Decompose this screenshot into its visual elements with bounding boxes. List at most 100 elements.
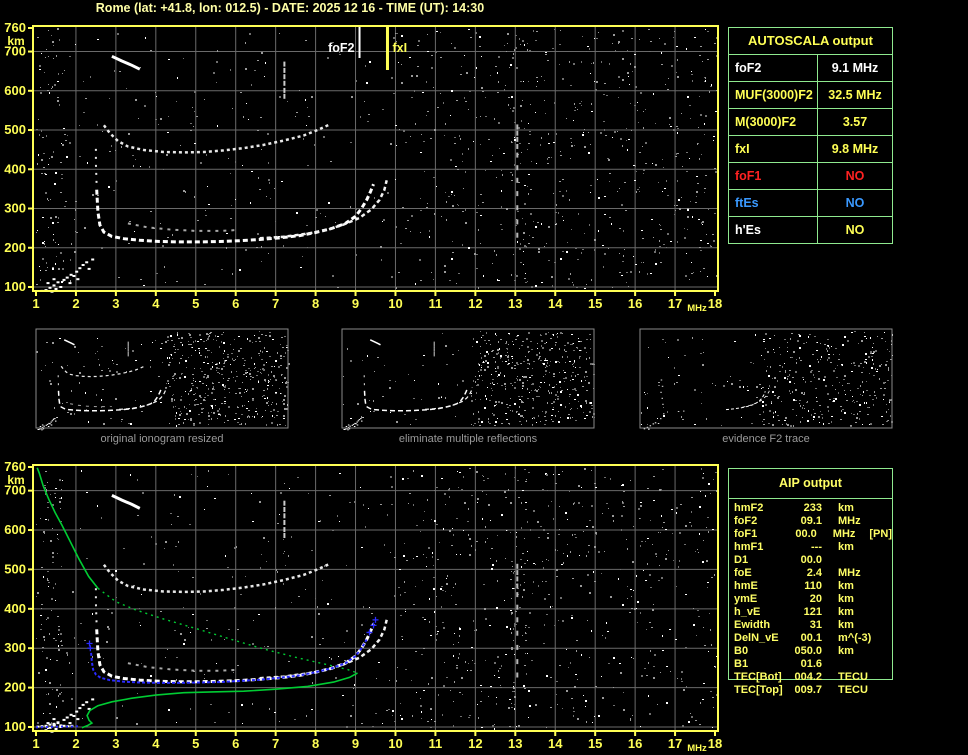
x-tick-label: 18: [708, 736, 722, 751]
y-tick-label: 100: [4, 719, 26, 734]
x-tick-label: 4: [152, 736, 160, 751]
table-row: DelN_vE 00.1 m^(-3): [734, 632, 872, 644]
x-tick-label: 5: [192, 296, 199, 311]
x-tick-label: 3: [112, 296, 119, 311]
parameter-value: 3.57: [842, 115, 868, 129]
x-tick-label: 1: [32, 296, 39, 311]
top-ionogram-plot: 1 2 3 4 5 6 7 8 9 10 11 12 13 14 15 16 17 18MHz7607006005…: [4, 20, 722, 314]
y-tick-label: 400: [4, 601, 26, 616]
parameter-label: h'Es: [729, 217, 818, 243]
x-tick-label: 15: [588, 736, 602, 751]
x-tick-label: 3: [112, 736, 119, 751]
table-row: B0 050.0 km: [734, 645, 854, 657]
parameter-value: 9.1 MHz: [831, 61, 879, 75]
table-row: M(3000)F2 3.57: [729, 109, 892, 136]
x-tick-label: 6: [232, 736, 239, 751]
x-tick-label: 12: [468, 296, 482, 311]
x-tick-label: 11: [429, 296, 443, 311]
table-row: TEC[Bot] 004.2 TECU: [734, 671, 868, 683]
table-row: ftEs NO: [729, 190, 892, 217]
foF2-marker-label: foF2: [328, 41, 354, 55]
x-axis-unit: MHz: [687, 743, 707, 754]
table-row: B1 01.6: [734, 658, 822, 670]
parameter-label: MUF(3000)F2: [729, 82, 818, 108]
parameter-label: foF1: [729, 163, 818, 189]
x-tick-label: 8: [312, 736, 319, 751]
table-row: MUF(3000)F2 32.5 MHz: [729, 82, 892, 109]
y-tick-label: 200: [4, 240, 26, 255]
x-tick-label: 4: [152, 296, 160, 311]
autoscala-screen: Rome (lat: +41.8, lon: 012.5) - DATE: 20…: [0, 0, 968, 755]
x-tick-label: 12: [468, 736, 482, 751]
y-tick-label: 760: [4, 20, 26, 35]
table-row: h_vE 121 km: [734, 606, 854, 618]
y-tick-label: 600: [4, 522, 26, 537]
parameter-label: M(3000)F2: [729, 109, 818, 135]
x-tick-label: 13: [508, 736, 522, 751]
x-tick-label: 1: [32, 736, 39, 751]
parameter-value: NO: [845, 196, 865, 210]
thumbnail-cleaned: [341, 328, 595, 431]
table-row: foE 2.4 MHz: [734, 567, 861, 579]
thumbnail-caption-evidence: evidence F2 trace: [722, 433, 810, 445]
autoscala-table-rows: foF2 9.1 MHz MUF(3000)F2 32.5 MHz M(3000)F2 3…: [729, 55, 892, 243]
thumbnail-evidence: [639, 328, 893, 430]
x-tick-label: 10: [388, 736, 402, 751]
y-tick-label: 500: [4, 561, 26, 576]
x-tick-label: 18: [708, 296, 722, 311]
x-tick-label: 7: [272, 736, 279, 751]
table-row: foF1 NO: [729, 163, 892, 190]
x-tick-label: 2: [72, 736, 79, 751]
y-tick-label: 760: [4, 459, 26, 474]
parameter-label: ftEs: [729, 190, 818, 216]
x-tick-label: 9: [352, 296, 359, 311]
x-tick-label: 16: [628, 296, 642, 311]
y-tick-label: 500: [4, 122, 26, 137]
x-tick-label: 8: [312, 296, 319, 311]
y-tick-label: 300: [4, 201, 26, 216]
y-tick-label: 200: [4, 680, 26, 695]
parameter-label: fxI: [729, 136, 818, 162]
table-row: D1 00.0: [734, 554, 822, 566]
x-tick-label: 15: [588, 296, 602, 311]
table-row: h'Es NO: [729, 217, 892, 243]
x-tick-label: 5: [192, 736, 199, 751]
parameter-value: NO: [845, 169, 865, 183]
x-tick-label: 17: [668, 736, 682, 751]
fxI-marker-label: fxI: [392, 41, 407, 55]
aip-table-rows: hmF2 233 km foF2 09.1 MHz foF1 00.0 MHz [PN] hmF1-…: [729, 502, 892, 697]
x-tick-label: 16: [628, 736, 642, 751]
x-tick-label: 11: [429, 736, 443, 751]
table-row: fxI 9.8 MHz: [729, 136, 892, 163]
autoscala-table-title: AUTOSCALA output: [729, 28, 892, 55]
x-tick-label: 7: [272, 296, 279, 311]
thumbnail-caption-cleaned: eliminate multiple reflections: [398, 433, 538, 445]
table-row: foF2 09.1 MHz: [734, 515, 861, 527]
x-tick-label: 6: [232, 296, 239, 311]
x-tick-label: 2: [72, 296, 79, 311]
x-tick-label: 10: [388, 296, 402, 311]
aip-table-title: AIP output: [729, 469, 892, 499]
y-axis-unit: km: [7, 34, 24, 48]
parameter-label: foF2: [729, 55, 818, 81]
parameter-value: 32.5 MHz: [828, 88, 882, 102]
parameter-value: NO: [845, 223, 865, 237]
y-tick-label: 100: [4, 279, 26, 294]
x-tick-label: 14: [548, 296, 563, 311]
x-tick-label: 17: [668, 296, 682, 311]
x-tick-label: 14: [548, 736, 563, 751]
table-row: foF2 9.1 MHz: [729, 55, 892, 82]
table-row: Ewidth 31 km: [734, 619, 854, 631]
table-row: hmF1 --- km: [734, 541, 854, 553]
bottom-ionogram-plot: 1 2 3 4 5 6 7 8 9 10 11 12 13 14 15 16 17 18MHz7607006005…: [4, 459, 722, 754]
y-tick-label: 400: [4, 161, 26, 176]
autoscala-table: AUTOSCALA output foF2 9.1 MHz MUF(3000)F2 3…: [728, 27, 893, 244]
thumbnail-caption-original: original ionogram resized: [100, 433, 224, 445]
table-row: ymE 20 km: [734, 593, 854, 605]
parameter-value: 9.8 MHz: [831, 142, 879, 156]
y-tick-label: 300: [4, 640, 26, 655]
table-row: TEC[Top] 009.7 TECU: [734, 684, 868, 696]
table-row: hmF2 233 km: [734, 502, 854, 514]
x-tick-label: 13: [508, 296, 522, 311]
x-axis-unit: MHz: [687, 303, 707, 314]
